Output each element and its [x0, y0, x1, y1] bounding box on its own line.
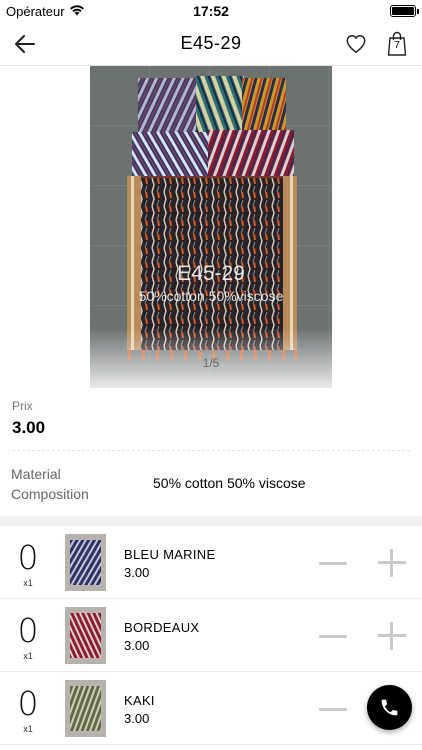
variant-price: 3.00 — [124, 638, 150, 653]
variant-list: 0 x1 BLEU MARINE 3.00 0 x1 BORDEAUX 3.00… — [0, 526, 422, 745]
variant-price: 3.00 — [124, 711, 150, 726]
divider — [12, 450, 410, 451]
battery-icon — [390, 5, 419, 17]
variant-name: BORDEAUX — [124, 620, 200, 635]
quantity-value: 0 — [17, 611, 39, 650]
quantity-value: 0 — [17, 684, 39, 723]
decrement-button[interactable] — [317, 623, 349, 649]
watermark-composition: 50%cotton 50%viscose — [138, 288, 284, 304]
quantity-multiplier: x1 — [23, 724, 33, 734]
quantity-multiplier: x1 — [23, 651, 33, 661]
material-section: Material Composition 50% cotton 50% visc… — [0, 452, 422, 516]
cart-count-badge: 7 — [394, 40, 400, 51]
heart-icon[interactable] — [345, 33, 367, 55]
cart-button[interactable]: 7 — [387, 31, 407, 56]
material-value: 50% cotton 50% viscose — [153, 475, 306, 491]
variant-name: KAKI — [124, 693, 155, 708]
variant-thumbnail[interactable] — [65, 680, 106, 737]
navigation-bar: E45-29 7 — [0, 22, 422, 66]
clock: 17:52 — [193, 3, 229, 19]
phone-icon — [381, 699, 398, 716]
quantity-value: 0 — [17, 538, 39, 577]
increment-button[interactable] — [376, 548, 408, 578]
call-button[interactable] — [367, 685, 412, 730]
variant-thumbnail[interactable] — [65, 534, 106, 591]
decrement-button[interactable] — [317, 696, 349, 722]
variant-row: 0 x1 BORDEAUX 3.00 — [0, 599, 422, 672]
section-separator — [0, 516, 422, 526]
price-section: Prix 3.00 — [0, 388, 422, 452]
price-value: 3.00 — [12, 418, 46, 437]
increment-button[interactable] — [376, 621, 408, 651]
variant-name: BLEU MARINE — [124, 547, 216, 562]
material-label: Material Composition — [11, 466, 89, 502]
carousel-pager: 1/5 — [202, 356, 220, 370]
variant-row: 0 x1 KAKI 3.00 — [0, 672, 422, 745]
quantity-multiplier: x1 — [23, 578, 33, 588]
status-bar: Opérateur 17:52 — [0, 0, 422, 22]
variant-thumbnail[interactable] — [65, 607, 106, 664]
product-image-carousel[interactable]: E45-29 50%cotton 50%viscose 1/5 — [0, 66, 422, 388]
price-label: Prix — [12, 399, 33, 413]
watermark-code: E45-29 — [177, 262, 245, 285]
image-watermark: E45-29 50%cotton 50%viscose — [0, 262, 422, 304]
variant-price: 3.00 — [124, 565, 150, 580]
variant-row: 0 x1 BLEU MARINE 3.00 — [0, 526, 422, 599]
decrement-button[interactable] — [317, 550, 349, 576]
